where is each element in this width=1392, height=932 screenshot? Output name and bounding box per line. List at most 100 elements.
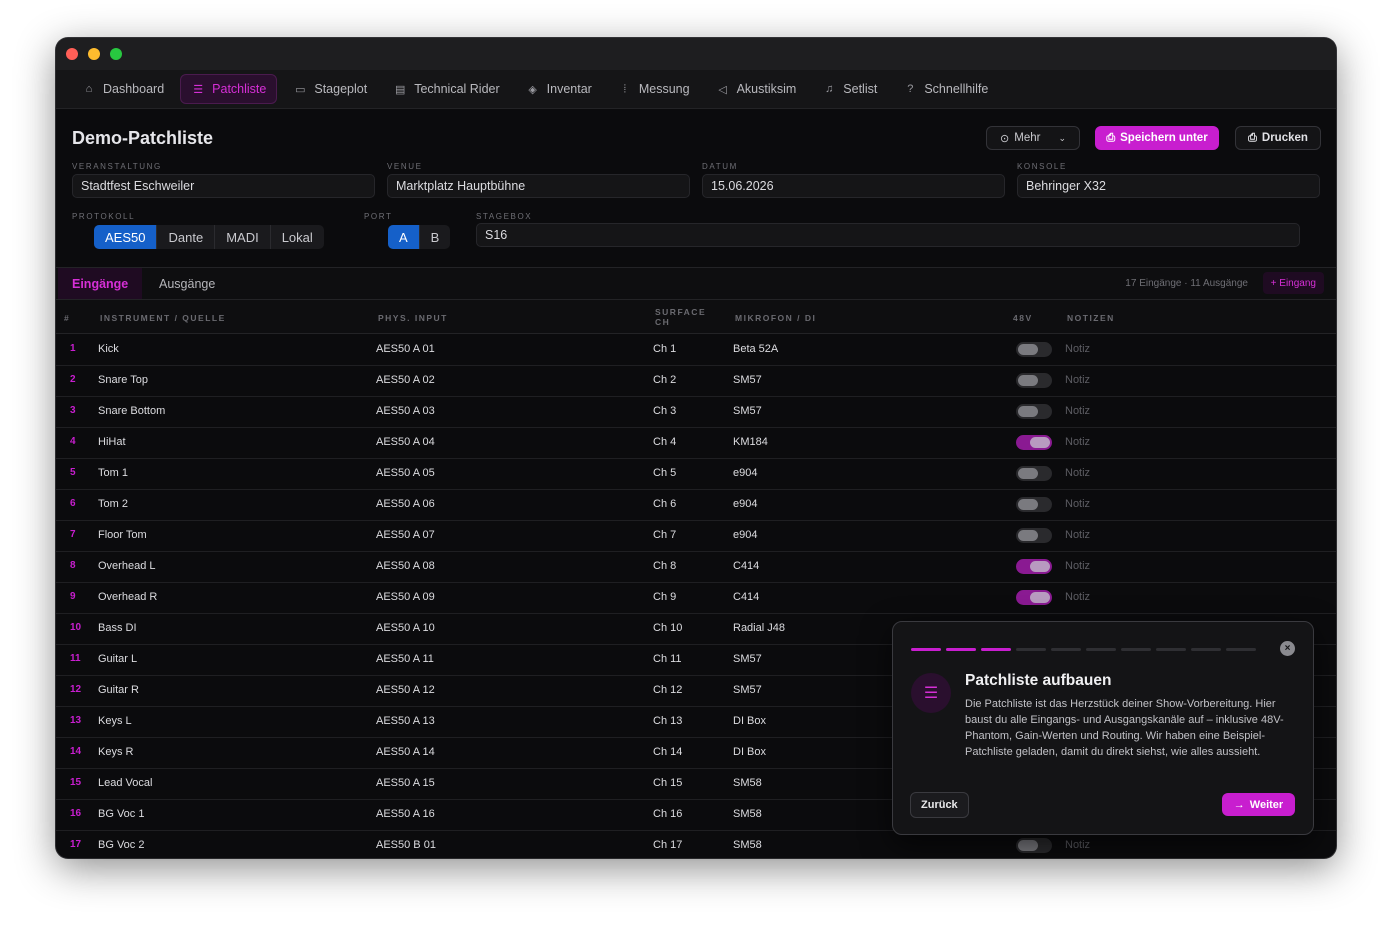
title-bar bbox=[56, 38, 1336, 70]
tour-next-button[interactable]: → Weiter bbox=[1222, 793, 1295, 816]
phantom-48v-toggle[interactable] bbox=[1016, 497, 1052, 512]
phantom-48v-toggle[interactable] bbox=[1016, 404, 1052, 419]
instrument-cell: Kick bbox=[98, 343, 119, 355]
port-option-b[interactable]: B bbox=[420, 225, 451, 249]
io-tabs: Eingänge Ausgänge 17 Eingänge · 11 Ausgä… bbox=[56, 267, 1336, 300]
tab-outputs[interactable]: Ausgänge bbox=[145, 268, 229, 299]
table-row[interactable]: 6 Tom 2 AES50 A 06 Ch 6 e904 Notiz bbox=[56, 489, 1336, 521]
phys-input-cell: AES50 A 15 bbox=[376, 777, 435, 789]
protocol-option-dante[interactable]: Dante bbox=[157, 225, 216, 249]
tour-progress-step bbox=[1191, 648, 1221, 651]
date-input[interactable]: 15.06.2026 bbox=[702, 174, 1005, 198]
venue-input[interactable]: Marktplatz Hauptbühne bbox=[387, 174, 690, 198]
instrument-cell: Snare Top bbox=[98, 374, 148, 386]
table-row[interactable]: 1 Kick AES50 A 01 Ch 1 Beta 52A Notiz bbox=[56, 334, 1336, 366]
nav-item-akustiksim[interactable]: ◁ Akustiksim bbox=[706, 75, 807, 103]
table-row[interactable]: 4 HiHat AES50 A 04 Ch 4 KM184 Notiz bbox=[56, 427, 1336, 459]
nav-item-setlist[interactable]: ♫ Setlist bbox=[812, 75, 887, 103]
note-cell[interactable]: Notiz bbox=[1065, 529, 1090, 541]
arrow-right-icon: → bbox=[1233, 798, 1245, 811]
table-row[interactable]: 3 Snare Bottom AES50 A 03 Ch 3 SM57 Notiz bbox=[56, 396, 1336, 428]
table-row[interactable]: 8 Overhead L AES50 A 08 Ch 8 C414 Notiz bbox=[56, 551, 1336, 583]
nav-item-label: Technical Rider bbox=[414, 82, 500, 96]
note-cell[interactable]: Notiz bbox=[1065, 343, 1090, 355]
tour-progress-step bbox=[1226, 648, 1256, 651]
nav-item-technical-rider[interactable]: ▤ Technical Rider bbox=[383, 75, 509, 103]
print-button[interactable]: ⎙ Drucken bbox=[1235, 126, 1321, 150]
phantom-48v-toggle[interactable] bbox=[1016, 528, 1052, 543]
nav-item-inventar[interactable]: ◈ Inventar bbox=[516, 75, 602, 103]
surface-ch-cell: Ch 3 bbox=[653, 405, 677, 417]
mic-cell: SM57 bbox=[733, 653, 762, 665]
table-row[interactable]: 7 Floor Tom AES50 A 07 Ch 7 e904 Notiz bbox=[56, 520, 1336, 552]
phantom-48v-toggle[interactable] bbox=[1016, 373, 1052, 388]
tour-progress-step bbox=[1086, 648, 1116, 651]
nav-item-patchliste[interactable]: ☰ Patchliste bbox=[180, 74, 278, 104]
note-cell[interactable]: Notiz bbox=[1065, 560, 1090, 572]
mic-cell: SM58 bbox=[733, 777, 762, 789]
table-row[interactable]: 5 Tom 1 AES50 A 05 Ch 5 e904 Notiz bbox=[56, 458, 1336, 490]
surface-ch-cell: Ch 13 bbox=[653, 715, 683, 727]
nav-item-stageplot[interactable]: ▭ Stageplot bbox=[283, 75, 377, 103]
col-notes: Notizen bbox=[1067, 313, 1115, 323]
list-icon: ☰ bbox=[193, 83, 204, 96]
tour-progress-step bbox=[1121, 648, 1151, 651]
phys-input-cell: AES50 A 01 bbox=[376, 343, 435, 355]
note-cell[interactable]: Notiz bbox=[1065, 374, 1090, 386]
toggle-knob bbox=[1018, 406, 1038, 417]
protocol-option-madi[interactable]: MADI bbox=[215, 225, 271, 249]
note-cell[interactable]: Notiz bbox=[1065, 839, 1090, 851]
phantom-48v-toggle[interactable] bbox=[1016, 435, 1052, 450]
nav-item-messung[interactable]: ⦙ Messung bbox=[608, 75, 700, 103]
phantom-48v-toggle[interactable] bbox=[1016, 559, 1052, 574]
row-number: 9 bbox=[70, 591, 76, 602]
zoom-window-button[interactable] bbox=[110, 48, 122, 60]
nav-item-schnellhilfe[interactable]: ? Schnellhilfe bbox=[893, 75, 998, 103]
phys-input-cell: AES50 A 13 bbox=[376, 715, 435, 727]
port-option-a[interactable]: A bbox=[388, 225, 420, 249]
phantom-48v-toggle[interactable] bbox=[1016, 466, 1052, 481]
col-instrument: Instrument / Quelle bbox=[100, 313, 226, 323]
row-number: 16 bbox=[70, 808, 82, 819]
note-cell[interactable]: Notiz bbox=[1065, 498, 1090, 510]
document-icon: ▤ bbox=[394, 83, 406, 96]
nav-item-label: Inventar bbox=[546, 82, 592, 96]
note-cell[interactable]: Notiz bbox=[1065, 405, 1090, 417]
nav-item-dashboard[interactable]: ⌂ Dashboard bbox=[72, 75, 174, 103]
instrument-cell: Keys L bbox=[98, 715, 132, 727]
table-row[interactable]: 9 Overhead R AES50 A 09 Ch 9 C414 Notiz bbox=[56, 582, 1336, 614]
more-menu-button[interactable]: ⊙ Mehr ⌄ bbox=[986, 126, 1080, 150]
phys-input-cell: AES50 A 02 bbox=[376, 374, 435, 386]
tour-progress-step bbox=[1016, 648, 1046, 651]
note-cell[interactable]: Notiz bbox=[1065, 591, 1090, 603]
protocol-option-lokal[interactable]: Lokal bbox=[271, 225, 324, 249]
nav-item-label: Patchliste bbox=[212, 82, 267, 96]
console-input[interactable]: Behringer X32 bbox=[1017, 174, 1320, 198]
speaker-icon: ◁ bbox=[718, 83, 727, 96]
stagebox-input[interactable]: S16 bbox=[476, 223, 1300, 247]
close-icon[interactable]: × bbox=[1280, 641, 1295, 656]
stagebox-label: Stagebox bbox=[476, 212, 533, 221]
row-number: 4 bbox=[70, 436, 76, 447]
tour-back-button[interactable]: Zurück bbox=[910, 792, 969, 818]
phantom-48v-toggle[interactable] bbox=[1016, 838, 1052, 853]
protocol-selector: AES50 Dante MADI Lokal bbox=[94, 225, 324, 249]
minimize-window-button[interactable] bbox=[88, 48, 100, 60]
instrument-cell: Overhead L bbox=[98, 560, 156, 572]
tab-inputs[interactable]: Eingänge bbox=[58, 268, 143, 299]
home-icon: ⌂ bbox=[85, 83, 93, 95]
save-as-button[interactable]: ⎙ Speichern unter bbox=[1095, 126, 1219, 150]
phantom-48v-toggle[interactable] bbox=[1016, 342, 1052, 357]
note-cell[interactable]: Notiz bbox=[1065, 467, 1090, 479]
app-window: ⌂ Dashboard ☰ Patchliste ▭ Stageplot ▤ Technica… bbox=[56, 38, 1336, 858]
add-input-button[interactable]: + Eingang bbox=[1262, 272, 1324, 294]
row-number: 10 bbox=[70, 622, 82, 633]
phantom-48v-toggle[interactable] bbox=[1016, 590, 1052, 605]
nav-item-label: Setlist bbox=[843, 82, 878, 96]
event-input[interactable]: Stadtfest Eschweiler bbox=[72, 174, 375, 198]
close-window-button[interactable] bbox=[66, 48, 78, 60]
phys-input-cell: AES50 B 01 bbox=[376, 839, 436, 851]
note-cell[interactable]: Notiz bbox=[1065, 436, 1090, 448]
table-row[interactable]: 2 Snare Top AES50 A 02 Ch 2 SM57 Notiz bbox=[56, 365, 1336, 397]
protocol-option-aes50[interactable]: AES50 bbox=[94, 225, 158, 249]
